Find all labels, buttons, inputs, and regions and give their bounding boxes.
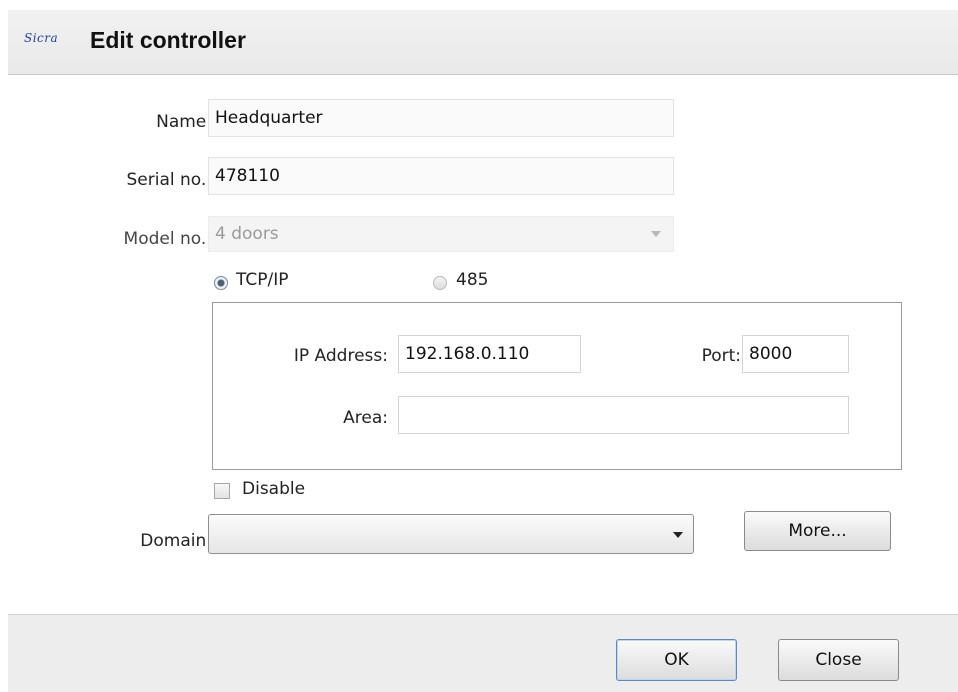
name-label: Name:: [156, 112, 212, 132]
disable-checkbox[interactable]: [214, 483, 230, 499]
ip-address-input[interactable]: [398, 335, 581, 373]
edit-controller-dialog: Sicra Edit controller Name: Serial no.: …: [8, 10, 958, 692]
domain-label: Domain:: [140, 531, 212, 551]
model-select-value: 4 doors: [215, 224, 279, 244]
model-label: Model no.:: [123, 229, 212, 249]
port-label: Port:: [701, 346, 741, 366]
connection-settings-group: [212, 302, 902, 470]
close-button[interactable]: Close: [778, 639, 899, 681]
chevron-down-icon: [673, 532, 683, 538]
rs485-radio-label[interactable]: 485: [456, 270, 488, 290]
name-input[interactable]: [208, 99, 674, 137]
serial-input[interactable]: [208, 157, 674, 195]
tcpip-radio[interactable]: [214, 276, 228, 290]
rs485-radio[interactable]: [433, 276, 447, 290]
sicra-logo: Sicra: [24, 31, 59, 45]
ok-button[interactable]: OK: [616, 639, 737, 681]
ip-address-label: IP Address:: [293, 346, 388, 366]
tcpip-radio-label[interactable]: TCP/IP: [236, 270, 289, 290]
area-label: Area:: [343, 408, 388, 428]
serial-label: Serial no.:: [126, 170, 212, 190]
chevron-down-icon: [651, 231, 661, 237]
model-select: 4 doors: [208, 216, 674, 252]
port-input[interactable]: [742, 335, 849, 373]
more-button[interactable]: More...: [744, 511, 891, 551]
domain-select[interactable]: [208, 514, 694, 554]
dialog-title: Edit controller: [90, 27, 246, 53]
area-input[interactable]: [398, 396, 849, 434]
disable-checkbox-label[interactable]: Disable: [242, 479, 305, 499]
dialog-header: Sicra Edit controller: [8, 10, 958, 75]
